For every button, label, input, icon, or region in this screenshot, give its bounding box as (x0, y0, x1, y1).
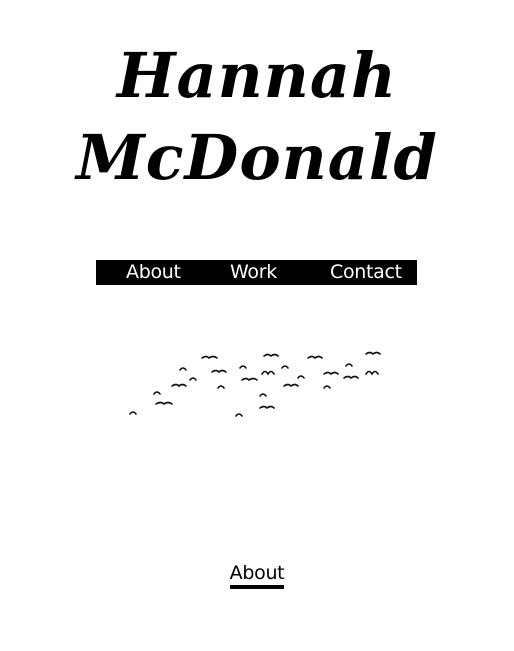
main-nav: About Work Contact (96, 260, 417, 285)
nav-link-work[interactable]: Work (230, 260, 277, 285)
flock-of-birds-illustration (129, 351, 381, 417)
site-title-first-name: Hannah (116, 39, 398, 112)
nav-link-about[interactable]: About (126, 260, 181, 285)
site-title-last-name: McDonald (76, 121, 438, 194)
nav-link-contact[interactable]: Contact (330, 260, 402, 285)
about-section-heading: About (0, 562, 514, 589)
about-heading-text: About (229, 562, 285, 589)
